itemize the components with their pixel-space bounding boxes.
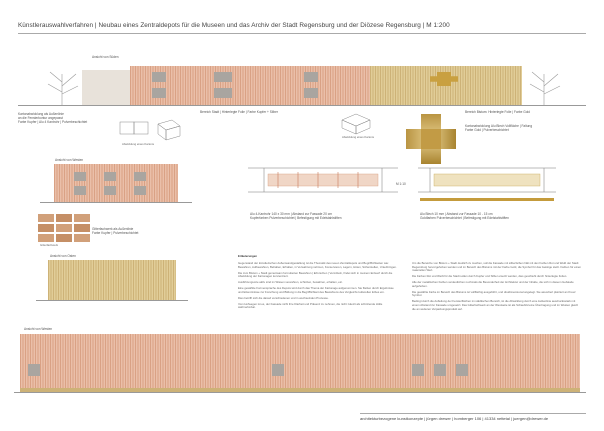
window xyxy=(28,364,40,376)
view-west-label: Ansicht von Westen xyxy=(55,158,84,162)
window xyxy=(134,186,146,195)
spec-right-line: Goldfarben Pulverbeschichtet | Befestigu… xyxy=(420,216,509,221)
detail-right-drawing xyxy=(418,167,556,201)
window xyxy=(104,186,116,195)
south-copper-facade xyxy=(130,66,370,105)
title-rule xyxy=(18,33,586,34)
window xyxy=(104,172,116,181)
label-gitter: Gitterfachwerk als Außenlinie Farbe Kupf… xyxy=(92,227,138,235)
text-heading: Erläuterungen xyxy=(238,254,257,258)
window xyxy=(214,72,232,82)
view-east-label: Ansicht von Osten xyxy=(50,254,76,258)
text-paragraph: Die gewählte Farbe im Bereich des Bistum… xyxy=(412,289,576,298)
ground-line xyxy=(18,105,586,106)
east-gold-facade xyxy=(48,260,176,300)
view-south-label: Ansicht von Süden xyxy=(92,55,119,59)
ground-line-east xyxy=(36,300,188,301)
footer-rule xyxy=(360,413,586,414)
label-karton: Abwicklung eines Kartons xyxy=(122,142,155,146)
gitterfachwerk-figure xyxy=(38,214,90,242)
west-bottom-facade xyxy=(20,334,580,388)
text-paragraph: Um die Bereiche von Bistum + Stadt deutl… xyxy=(412,261,581,273)
window xyxy=(304,88,318,98)
label-kartonabw: Kartonabwicklung Alu Blech Vollfläche | … xyxy=(465,124,532,132)
label-left: Kartonabwicklung als Außenlinie an die F… xyxy=(18,112,87,124)
label-bistum: Bereich Bistum: Hinterlegte Folie | Farb… xyxy=(465,110,530,114)
window xyxy=(134,172,146,181)
window xyxy=(434,364,446,376)
tree-icon xyxy=(47,71,79,106)
window xyxy=(74,172,86,181)
window xyxy=(152,88,166,98)
south-elevation xyxy=(18,62,586,107)
window xyxy=(272,364,284,376)
text-paragraph: Vom Hofwegen ist es, der Fassade nicht i… xyxy=(238,301,383,310)
text-paragraph: Bedingt durch die Aufteilung der Fenster… xyxy=(412,299,579,311)
window xyxy=(152,72,166,82)
detail-left xyxy=(238,162,408,202)
window xyxy=(412,364,424,376)
text-right: Um die Bereiche von Bistum + Stadt deutl… xyxy=(412,261,582,313)
text-paragraph: Alle der metallischen Farben verdeutlich… xyxy=(412,280,574,288)
window xyxy=(456,364,468,376)
label-gitterfach: Gitterfachwerk xyxy=(40,243,59,247)
west-copper-facade xyxy=(54,164,178,202)
text-left: Gegenstand der künstlerischen Außenwandg… xyxy=(238,261,398,312)
footer-text: architekturbezogene kunstkonzepte | jürg… xyxy=(360,416,549,421)
text-paragraph: Eine gewählte Formensprache des Depots w… xyxy=(238,286,394,294)
window xyxy=(214,88,232,98)
text-paragraph: Ausführungsorte aktiv sind im Wissen ver… xyxy=(238,280,343,285)
page-title: Künstlerauswahlverfahren | Neubau eines … xyxy=(18,22,450,29)
detail-left-drawing xyxy=(248,167,398,193)
window xyxy=(304,72,318,82)
text-paragraph: Die Farben Rot und Weiß für die Stadt so… xyxy=(412,274,568,279)
label-stadt: Bereich Stadt | Hinterlegte Folie | Farb… xyxy=(200,110,278,114)
label-gitter-line: Farbe Kupfer | Pulverbeschichtet xyxy=(92,231,139,236)
label-kartonabw-line: Farbe Gold | Pulverbeschichtet xyxy=(465,128,509,133)
spec-left-line: Kupferfarben Pulverbeschichtet | Befesti… xyxy=(250,216,342,221)
text-paragraph: Dies betrifft sich die darauf verschiede… xyxy=(238,295,329,300)
label-karton-2: Abwicklung eines Kartons xyxy=(342,135,375,139)
text-paragraph: Die zum Bistum + Stadt gemeinsam formuli… xyxy=(238,270,393,279)
scale-label: M 1:10 xyxy=(396,182,406,186)
spec-right: Alu Blech 10 mm | Abstand zur Fassade 10… xyxy=(420,212,509,220)
window xyxy=(74,186,86,195)
ground-line-bottom xyxy=(14,392,586,393)
text-paragraph: Gegenstand der künstlerischen Außenwandg… xyxy=(238,261,397,269)
karton-sketch-2 xyxy=(341,113,371,135)
ground-line-west xyxy=(40,202,192,203)
south-left-volume xyxy=(82,70,130,105)
karton-sketch xyxy=(119,119,181,141)
tree-icon xyxy=(529,71,561,106)
view-west-bottom-label: Ansicht von Westen xyxy=(24,327,53,331)
label-left-line: Farbe Kupfer | Alu 4 Kantrohr | Pulverbe… xyxy=(18,120,88,125)
detail-right xyxy=(412,162,562,202)
gold-karton-figure xyxy=(406,114,456,164)
spec-left: Alu 4-Kantrohr 140 x 30 mm | Abstand zur… xyxy=(250,212,342,220)
